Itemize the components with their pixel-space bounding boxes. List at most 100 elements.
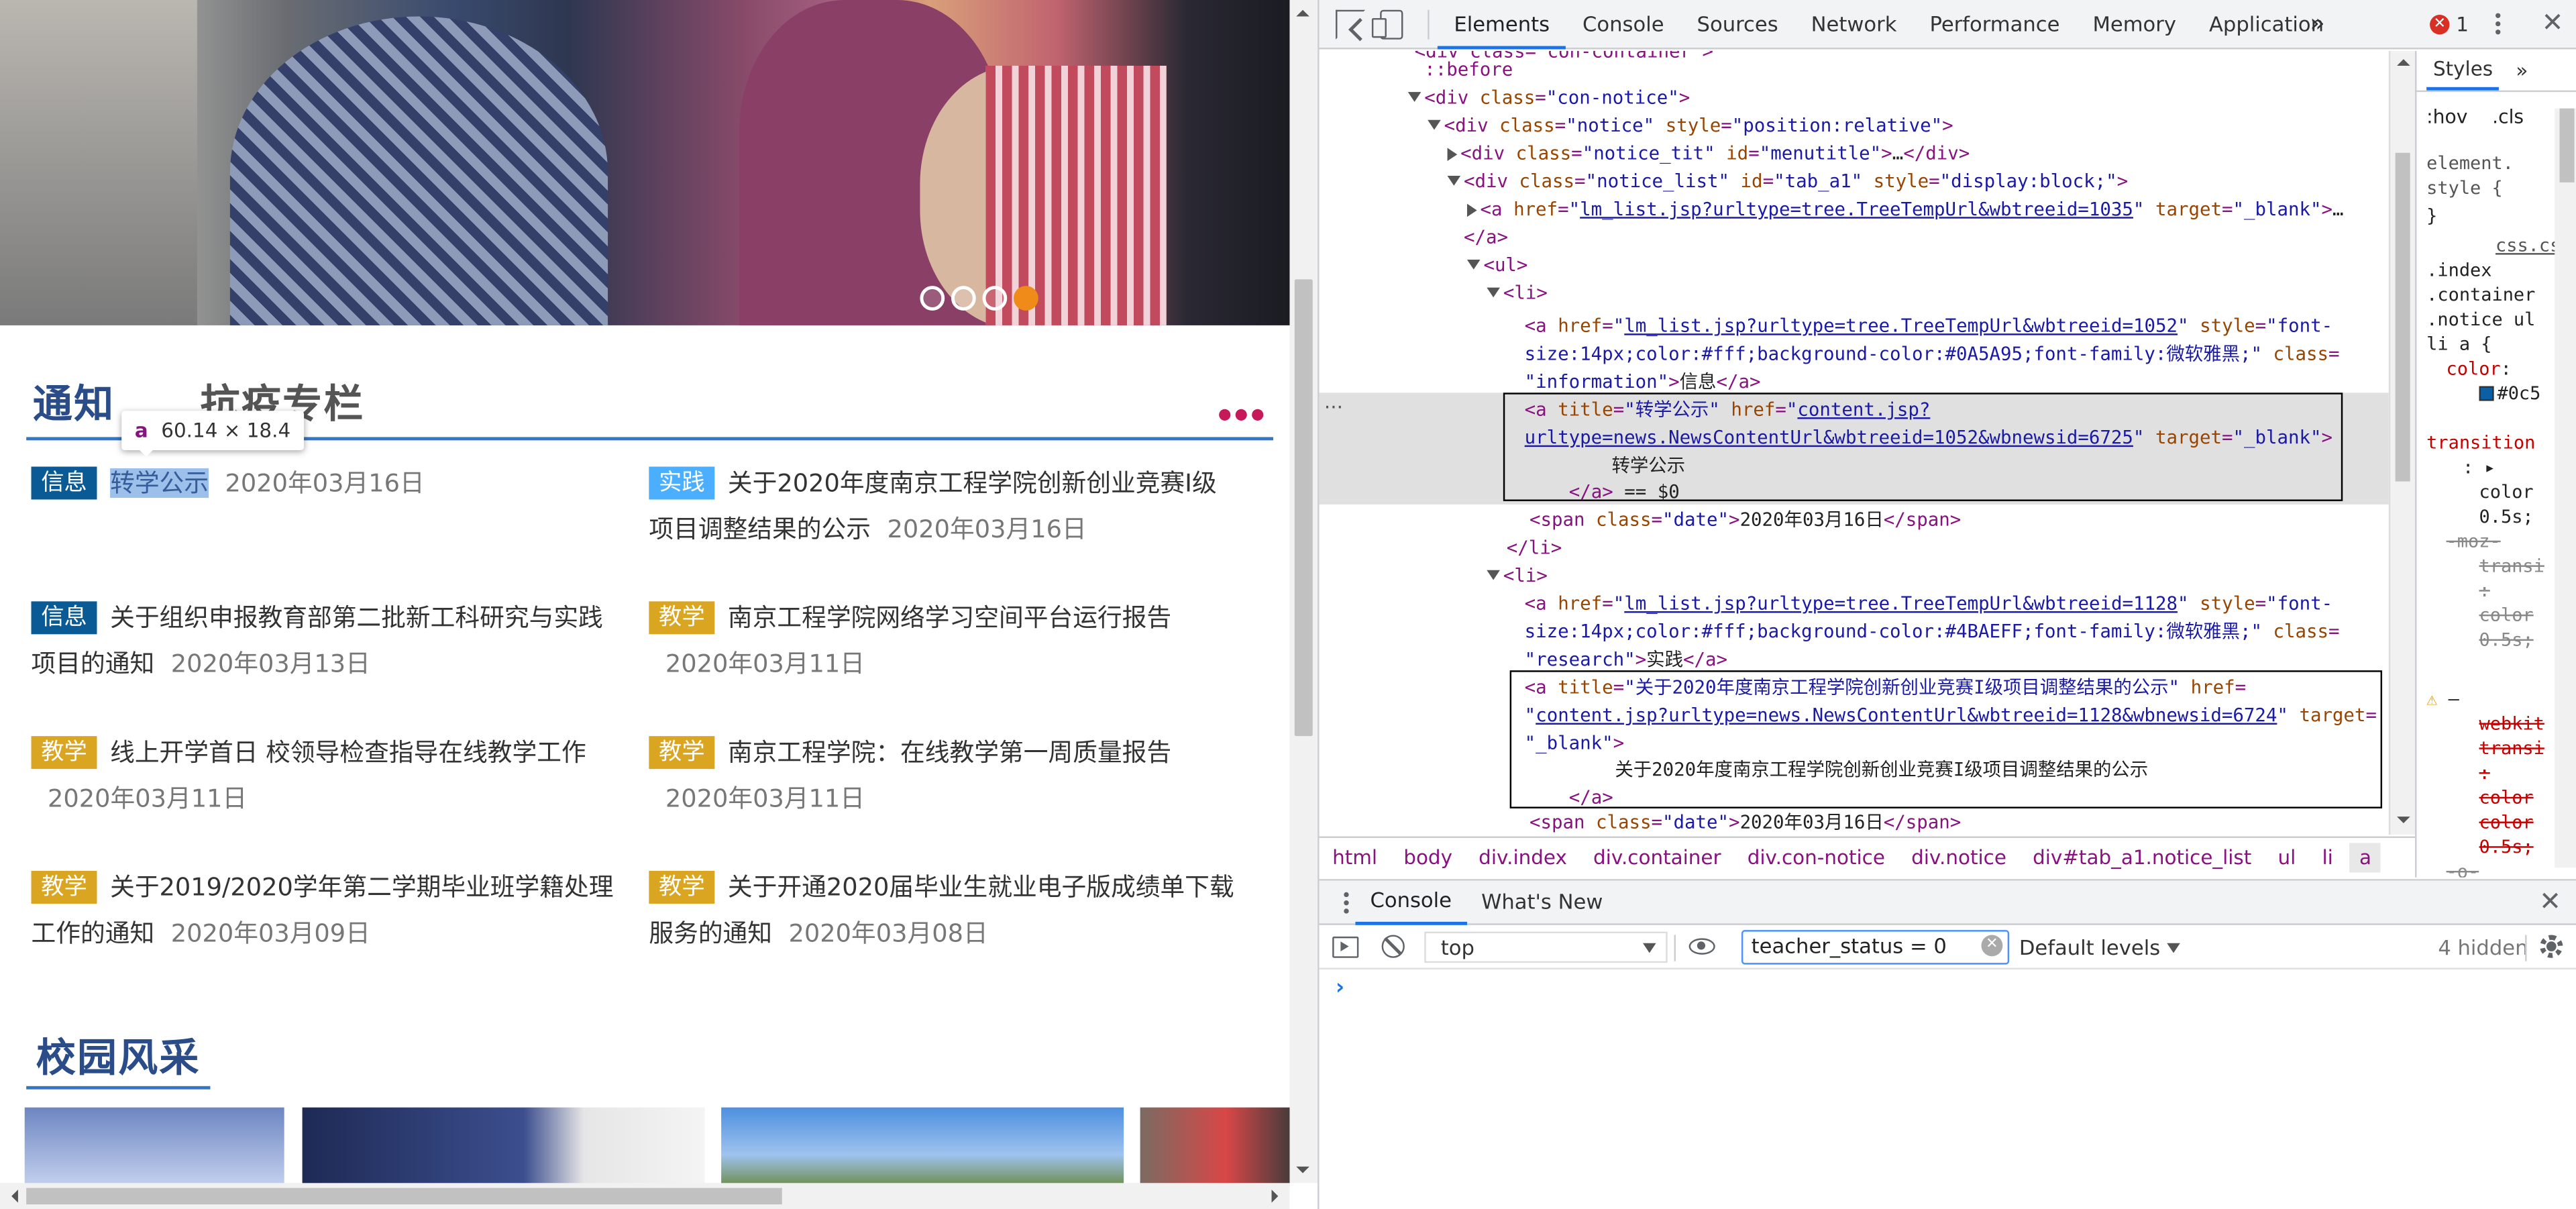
campus-photo[interactable] [24, 1107, 284, 1187]
dom-line[interactable]: <ul> [1320, 252, 2389, 280]
breadcrumb-item[interactable]: div.index [1479, 846, 1567, 869]
inspect-element-icon[interactable] [1336, 9, 1366, 40]
tab-styles[interactable]: Styles [2426, 51, 2500, 91]
list-item[interactable]: 教学 南京工程学院网络学习空间平台运行报告 2020年03月11日 [649, 595, 1240, 687]
tab-console[interactable]: Console [1566, 0, 1681, 49]
hov-toggle[interactable]: :hov [2426, 105, 2467, 130]
dom-line[interactable]: <a href="lm_list.jsp?urltype=tree.TreeTe… [1320, 312, 2389, 340]
tab-memory[interactable]: Memory [2076, 0, 2192, 49]
breadcrumb-item[interactable]: div.con-notice [1748, 846, 1885, 869]
dom-line[interactable]: <span class="date">2020年03月16日</span> [1320, 506, 2389, 534]
news-title-link[interactable]: 线上开学首日 校领导检查指导在线教学工作 [110, 738, 586, 768]
styles-more-chevron-icon[interactable]: » [2516, 59, 2528, 82]
breadcrumb-item[interactable]: div.notice [1911, 846, 2006, 869]
error-counter[interactable]: ✕ 1 [2430, 13, 2469, 36]
dom-line[interactable]: <li> [1320, 562, 2389, 590]
breadcrumb-item[interactable]: html [1332, 846, 1377, 869]
category-badge[interactable]: 信息 [31, 601, 97, 635]
dom-line[interactable]: "content.jsp?urltype=news.NewsContentUrl… [1320, 702, 2389, 730]
campus-photo[interactable] [721, 1107, 1124, 1187]
breadcrumb-item[interactable]: div.container [1593, 846, 1721, 869]
tab-whats-new[interactable]: What's New [1466, 881, 1617, 924]
close-drawer-icon[interactable]: ✕ [2539, 886, 2561, 917]
dom-line[interactable]: "_blank"> [1320, 729, 2389, 757]
campus-photo[interactable] [1140, 1107, 1290, 1187]
news-title-link[interactable]: 转学公示 [110, 468, 209, 498]
breadcrumb-item[interactable]: ul [2277, 846, 2296, 869]
category-badge[interactable]: 教学 [649, 601, 715, 635]
tab-network[interactable]: Network [1794, 0, 1913, 49]
dom-line[interactable]: <li> [1320, 279, 2389, 307]
dom-line[interactable]: <span class="date">2020年03月16日</span> [1320, 808, 2389, 835]
carousel-dot[interactable] [982, 286, 1008, 311]
breadcrumb-item[interactable]: div#tab_a1.notice_list [2033, 846, 2251, 869]
dom-line[interactable]: </a> [1320, 223, 2389, 252]
category-badge[interactable]: 信息 [31, 466, 97, 500]
category-badge[interactable]: 实践 [649, 466, 715, 500]
category-badge[interactable]: 教学 [31, 870, 97, 904]
dom-line-selected[interactable]: <a title="转学公示" href="content.jsp? [1320, 396, 2389, 424]
category-badge[interactable]: 教学 [649, 736, 715, 770]
context-selector[interactable]: top [1424, 931, 1668, 963]
breadcrumb-item[interactable]: body [1403, 846, 1452, 869]
list-item[interactable]: 教学 南京工程学院：在线教学第一周质量报告 2020年03月11日 [649, 729, 1240, 821]
more-dots-icon[interactable] [1219, 409, 1264, 421]
dom-line[interactable]: ::before [1320, 56, 2389, 84]
carousel-dot[interactable] [920, 286, 945, 311]
list-item[interactable]: 实践 关于2020年度南京工程学院创新创业竞赛I级项目调整结果的公示 2020年03… [649, 460, 1240, 552]
tab-drawer-console[interactable]: Console [1355, 879, 1467, 925]
drawer-menu-icon[interactable] [1320, 888, 1356, 916]
dom-line[interactable]: <div class="notice" style="position:rela… [1320, 112, 2389, 140]
clear-console-icon[interactable] [1381, 935, 1405, 958]
category-badge[interactable]: 教学 [649, 870, 715, 904]
close-devtools-icon[interactable]: ✕ [2542, 7, 2564, 38]
dom-line[interactable]: "research">实践</a> [1320, 645, 2389, 674]
page-horizontal-scrollbar[interactable] [0, 1183, 1290, 1209]
category-badge[interactable]: 教学 [31, 736, 97, 770]
list-item[interactable]: 教学 关于开通2020届毕业生就业电子版成绩单下载服务的通知 2020年03月08日 [649, 864, 1240, 956]
dom-line[interactable]: </li> [1320, 534, 2389, 562]
more-tabs-chevron-icon[interactable]: » [2310, 0, 2325, 46]
console-sidebar-icon[interactable] [1332, 936, 1359, 958]
console-settings-gear-icon[interactable] [2540, 935, 2563, 958]
device-toolbar-icon[interactable] [1371, 9, 1403, 40]
dom-line[interactable]: <div class="notice_list" id="tab_a1" sty… [1320, 168, 2389, 196]
dom-line[interactable]: "information">信息</a> [1320, 368, 2389, 397]
page-vertical-scrollbar[interactable] [1289, 0, 1318, 1184]
clear-filter-icon[interactable]: ✕ [1981, 935, 2003, 957]
dom-line-selected[interactable]: </a> == $0 [1320, 478, 2389, 507]
cls-toggle[interactable]: .cls [2492, 105, 2524, 130]
dom-line[interactable]: <a href="lm_list.jsp?urltype=tree.TreeTe… [1320, 590, 2389, 618]
elements-dom-tree[interactable]: ··· <div class="con-container"> ::before… [1319, 50, 2389, 835]
tab-performance[interactable]: Performance [1913, 0, 2076, 49]
tab-sources[interactable]: Sources [1680, 0, 1794, 49]
dom-line[interactable]: <a href="lm_list.jsp?urltype=tree.TreeTe… [1320, 195, 2389, 223]
elements-scrollbar[interactable] [2388, 50, 2416, 835]
log-levels-dropdown[interactable]: Default levels [2019, 935, 2180, 959]
news-title-link[interactable]: 南京工程学院网络学习空间平台运行报告 [728, 603, 1171, 633]
devtools-menu-icon[interactable] [2496, 10, 2502, 38]
console-filter-input[interactable]: teacher_status = 0 ✕ [1741, 930, 2010, 965]
dom-line[interactable]: 关于2020年度南京工程学院创新创业竞赛I级项目调整结果的公示 [1320, 756, 2389, 784]
list-item[interactable]: 信息 转学公示 2020年03月16日 [31, 460, 623, 507]
campus-photo[interactable] [302, 1107, 705, 1187]
dom-line-selected[interactable]: urltype=news.NewsContentUrl&wbtreeid=105… [1320, 424, 2389, 452]
dom-line[interactable]: </a> [1320, 784, 2389, 812]
dom-line[interactable]: <a title="关于2020年度南京工程学院创新创业竞赛I级项目调整结果的公… [1320, 674, 2389, 702]
carousel-dot-active[interactable] [1014, 286, 1038, 311]
list-item[interactable]: 信息 关于组织申报教育部第二批新工科研究与实践项目的通知 2020年03月13日 [31, 595, 623, 687]
carousel-dot[interactable] [951, 286, 976, 311]
dom-line[interactable]: size:14px;color:#fff;background-color:#0… [1320, 340, 2389, 368]
list-item[interactable]: 教学 关于2019/2020学年第二学期毕业班学籍处理工作的通知 2020年03月0… [31, 864, 623, 956]
dom-line[interactable]: <div class="notice_tit" id="menutitle">…… [1320, 140, 2389, 168]
dom-line[interactable]: size:14px;color:#fff;background-color:#4… [1320, 618, 2389, 646]
breadcrumb-item-current[interactable]: a [2349, 843, 2381, 873]
dom-line-selected[interactable]: 转学公示 [1320, 452, 2389, 480]
dom-line[interactable]: <div class="con-notice"> [1320, 84, 2389, 112]
tab-elements[interactable]: Elements [1437, 0, 1566, 50]
breadcrumb-item[interactable]: li [2322, 846, 2332, 869]
styles-scrollbar[interactable] [2555, 108, 2576, 868]
console-prompt[interactable]: › [1336, 976, 1344, 1001]
tab-notice[interactable]: 通知 [33, 371, 115, 429]
list-item[interactable]: 教学 线上开学首日 校领导检查指导在线教学工作 2020年03月11日 [31, 729, 623, 821]
